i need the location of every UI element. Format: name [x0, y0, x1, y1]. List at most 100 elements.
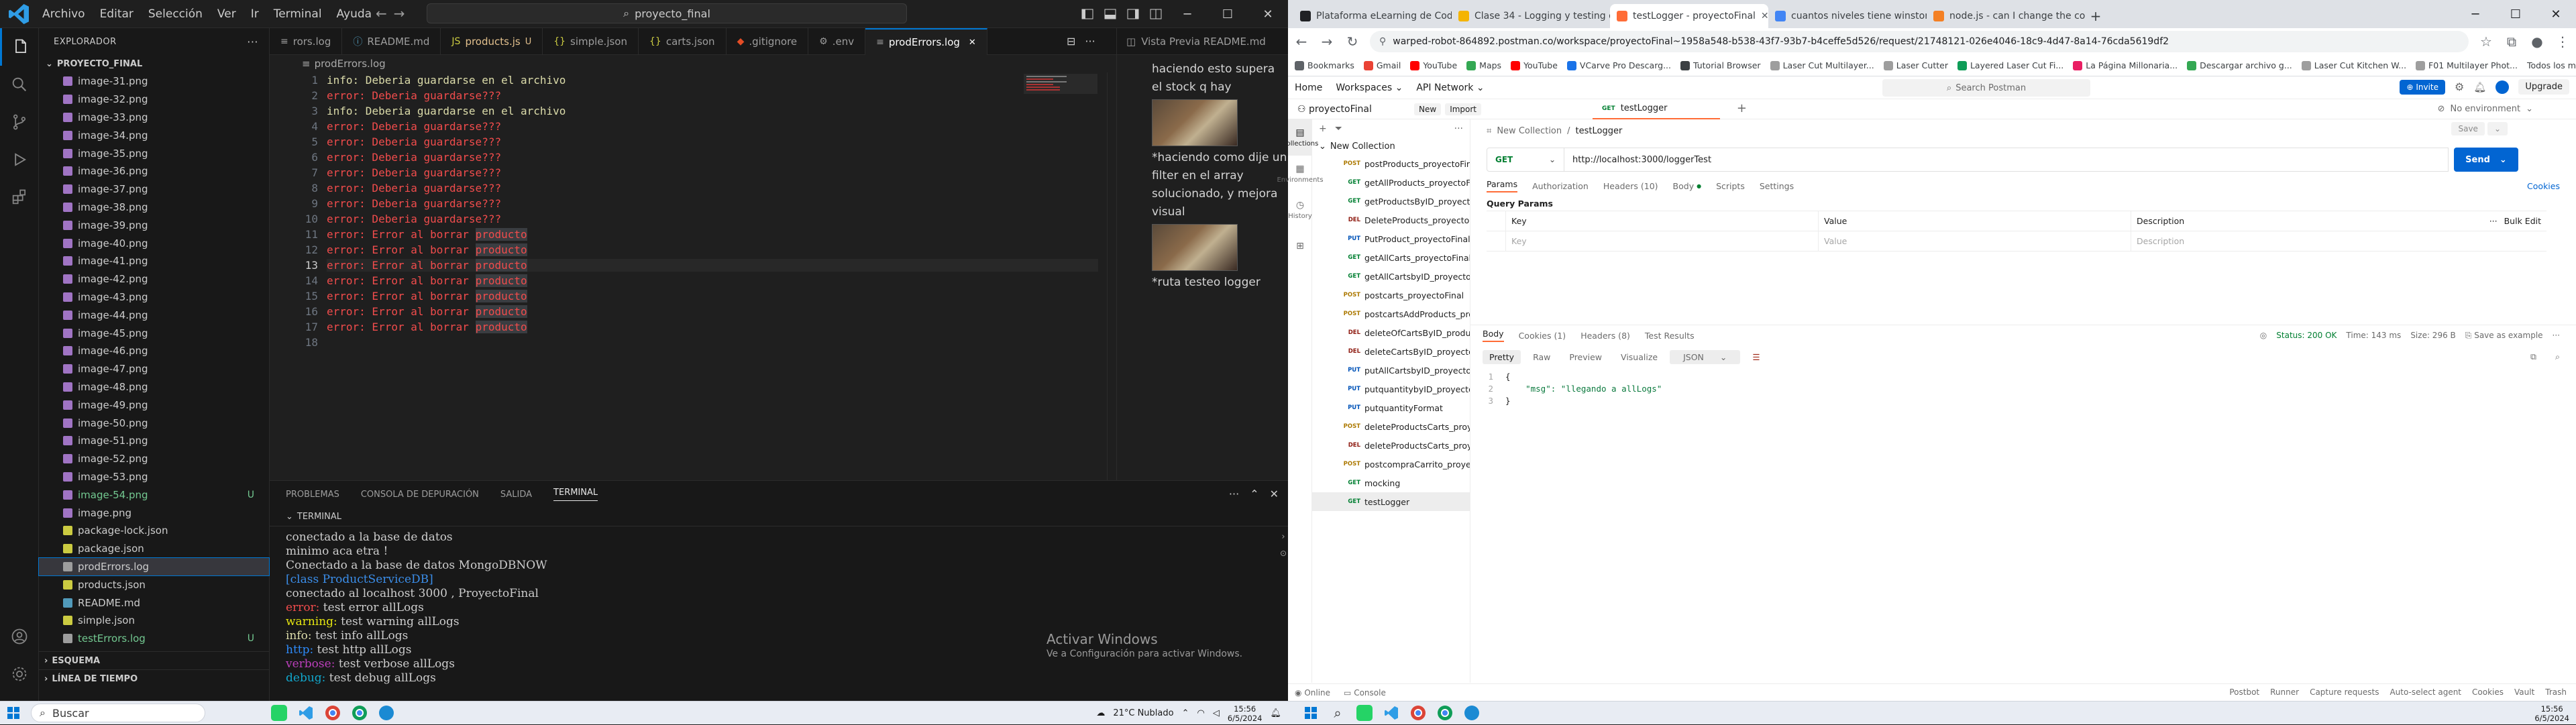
editor-tab[interactable]: ≡ prodErrors.log ✕	[865, 28, 987, 55]
menu-item[interactable]: Ir	[245, 5, 265, 23]
new-button[interactable]: New	[1414, 103, 1442, 115]
split-editor-icon[interactable]: ⊟	[1067, 35, 1075, 48]
forward-arrow-icon[interactable]: →	[1319, 34, 1335, 50]
settings-gear-icon[interactable]	[0, 655, 39, 693]
param-key-input[interactable]: Key	[1505, 231, 1818, 251]
file-item[interactable]: image-40.png	[39, 234, 269, 252]
settings-gear-icon[interactable]: ⚙	[2455, 80, 2464, 93]
invite-button[interactable]: ⊕ Invite	[2400, 79, 2446, 95]
request-config-tab[interactable]: Authorization	[1532, 181, 1589, 191]
request-item[interactable]: DEL deleteCartsByID_proyectoFinal	[1312, 342, 1470, 361]
close-icon[interactable]: ✕	[969, 38, 976, 48]
maximize-button[interactable]: ☐	[2496, 0, 2536, 28]
more-actions-icon[interactable]: ···	[247, 36, 258, 48]
bookmark[interactable]: Laser Cutter	[1883, 60, 1948, 70]
close-panel-icon[interactable]: ✕	[1270, 488, 1279, 500]
avatar[interactable]	[2496, 80, 2510, 94]
chrome-menu-icon[interactable]: ⋮	[2555, 34, 2571, 50]
minimize-button[interactable]: ─	[1167, 0, 1208, 28]
clock[interactable]: 15:56 6/5/2024	[2534, 704, 2569, 723]
footer-item[interactable]: Postbot	[2229, 687, 2259, 697]
request-item[interactable]: POST postcarts_proyectoFinal	[1312, 286, 1470, 304]
reload-icon[interactable]: ↻	[1344, 34, 1360, 50]
file-item[interactable]: image-54.png U	[39, 486, 269, 504]
code-editor[interactable]: 1 info: Deberia guardarse en el archivo 2 e…	[270, 72, 1116, 480]
editor-tab[interactable]: {} simple.json	[543, 28, 639, 55]
chrome-profile-app-icon[interactable]	[1432, 702, 1458, 725]
file-item[interactable]: package.json	[39, 540, 269, 558]
online-status[interactable]: ◉ Online	[1295, 688, 1330, 698]
panel-tab[interactable]: PROBLEMAS	[286, 490, 339, 500]
minimize-button[interactable]: ─	[2455, 0, 2496, 28]
clock[interactable]: 15:56 6/5/2024	[1228, 704, 1263, 723]
browser-tab[interactable]: Clase 34 - Logging y testing d✕	[1452, 4, 1610, 28]
whatsapp-app-icon[interactable]	[266, 702, 292, 725]
request-item[interactable]: DEL DeleteProducts_proyectoFinal	[1312, 211, 1470, 229]
bookmark[interactable]: Tutorial Browser	[1680, 60, 1761, 70]
bookmark[interactable]: F01 Multilayer Phot...	[2416, 60, 2518, 70]
file-item[interactable]: image-38.png	[39, 199, 269, 217]
windows-start-icon[interactable]	[0, 702, 27, 725]
run-debug-icon[interactable]	[0, 141, 39, 178]
terminal-output[interactable]: conectado a la base de datos minimo aca e…	[270, 526, 1288, 685]
menu-item[interactable]: Terminal	[268, 5, 328, 23]
request-item[interactable]: POST postProducts_proyectoFinal	[1312, 154, 1470, 173]
search-icon[interactable]: ⌕	[2548, 349, 2567, 364]
menu-item[interactable]: Archivo	[36, 5, 91, 23]
wifi-icon[interactable]: ◠	[1197, 708, 1204, 718]
request-item[interactable]: PUT putquantitybyID_proyectoFinal	[1312, 380, 1470, 398]
volume-icon[interactable]: ◁	[1213, 708, 1220, 718]
browser-tab[interactable]: Plataforma eLearning de Coder✕	[1293, 4, 1452, 28]
response-tab[interactable]: Headers (8)	[1580, 331, 1630, 341]
rail-configure[interactable]: ⊞	[1288, 228, 1312, 264]
timeline-section[interactable]: › LÍNEA DE TIEMPO	[39, 669, 269, 687]
file-item[interactable]: image-46.png	[39, 342, 269, 360]
file-item[interactable]: image-41.png	[39, 252, 269, 270]
account-icon[interactable]	[0, 618, 39, 655]
editor-tab[interactable]: ≡ rors.log	[270, 28, 343, 55]
menu-item[interactable]: Editar	[94, 5, 140, 23]
menu-item[interactable]: Ver	[211, 5, 242, 23]
console-button[interactable]: ▭ Console	[1344, 688, 1386, 698]
chrome-app-icon[interactable]	[1405, 702, 1432, 725]
source-control-icon[interactable]	[0, 103, 39, 141]
layout-panel-icon[interactable]	[1099, 0, 1122, 28]
bulk-edit-link[interactable]: Bulk Edit	[2504, 216, 2541, 226]
file-item[interactable]: image-45.png	[39, 324, 269, 342]
request-item[interactable]: DEL deleteProductsCarts_proyecto...	[1312, 436, 1470, 455]
format-visualize[interactable]: Visualize	[1614, 350, 1664, 364]
request-config-tab[interactable]: Params	[1487, 179, 1518, 192]
command-center-search[interactable]: ⌕ proyecto_final	[427, 3, 907, 23]
layout-sidebar-icon[interactable]	[1076, 0, 1099, 28]
edge-app-icon[interactable]	[1458, 702, 1485, 725]
request-item[interactable]: GET getAllCarts_proyectoFinal	[1312, 248, 1470, 267]
request-item[interactable]: PUT putquantityFormat	[1312, 398, 1470, 417]
file-item[interactable]: image-43.png	[39, 288, 269, 306]
bookmark[interactable]: Laser Cut Kitchen W...	[2301, 60, 2406, 70]
workspace-name[interactable]: ⚇ proyectoFinal	[1288, 104, 1409, 115]
more-actions-icon[interactable]: ···	[2553, 331, 2560, 341]
chrome-profile-app-icon[interactable]	[346, 702, 373, 725]
request-item[interactable]: GET testLogger	[1312, 492, 1470, 511]
menu-item[interactable]: Ayuda	[331, 5, 378, 23]
more-actions-icon[interactable]: ···	[1085, 35, 1095, 48]
request-config-tab[interactable]: Body	[1673, 181, 1695, 191]
taskbar-search[interactable]: ⌕ Buscar	[31, 704, 205, 722]
file-item[interactable]: image.png	[39, 504, 269, 522]
weather-text[interactable]: 21°C Nublado	[1113, 708, 1173, 718]
file-item[interactable]: image-34.png	[39, 126, 269, 144]
vscode-app-icon[interactable]	[292, 702, 319, 725]
rail-history[interactable]: ◷ History	[1288, 192, 1312, 228]
extensions-icon[interactable]: ⧉	[2504, 34, 2520, 50]
browser-tab[interactable]: testLogger - proyectoFinal ✕	[1610, 4, 1768, 28]
panel-tab[interactable]: SALIDA	[500, 490, 532, 500]
editor-tab[interactable]: ⓘ README.md	[342, 28, 441, 55]
search-icon[interactable]	[0, 66, 39, 103]
whatsapp-app-icon[interactable]	[1351, 702, 1378, 725]
request-config-tab[interactable]: Settings	[1760, 181, 1794, 191]
chevron-right-icon[interactable]: ›	[1281, 532, 1285, 542]
footer-item[interactable]: Trash	[2545, 687, 2567, 697]
file-item[interactable]: image-37.png	[39, 180, 269, 199]
file-item[interactable]: image-51.png	[39, 432, 269, 450]
bookmark[interactable]: YouTube	[1410, 60, 1457, 70]
